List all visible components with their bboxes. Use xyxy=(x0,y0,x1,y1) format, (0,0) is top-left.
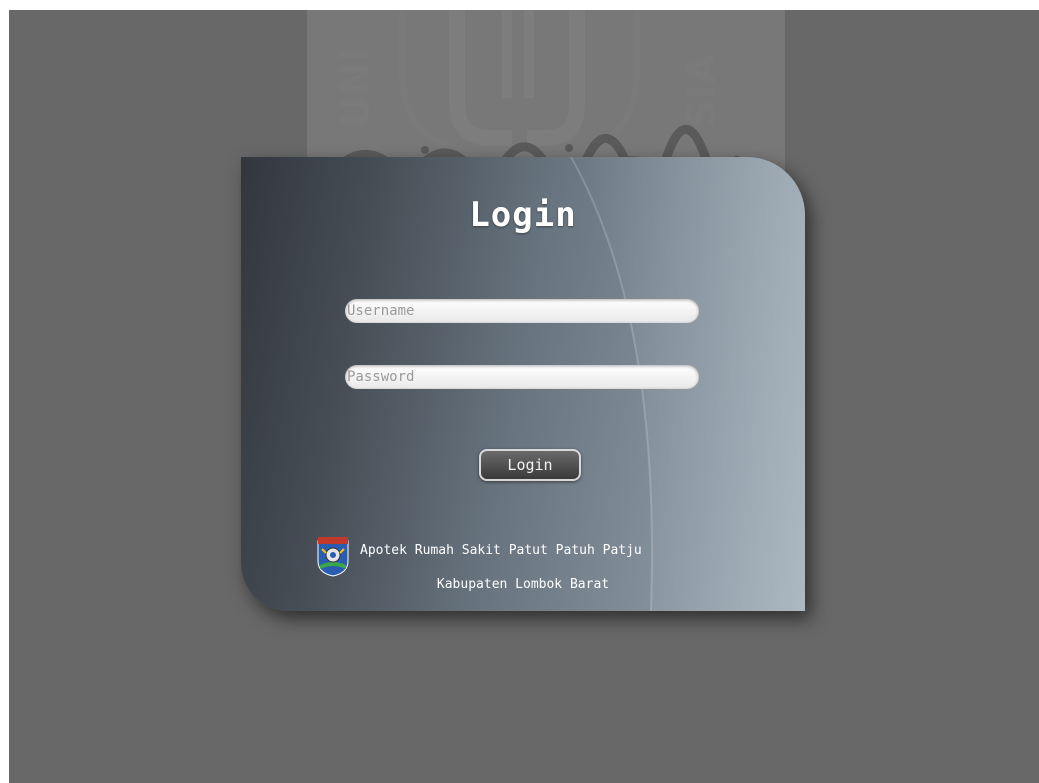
username-input[interactable] xyxy=(345,299,699,323)
institution-name: Apotek Rumah Sakit Patut Patuh Patju xyxy=(360,543,642,558)
login-title: Login xyxy=(469,195,577,235)
login-card: Login Login Apotek Rumah Sakit Patut Pat… xyxy=(241,157,805,611)
screen-background: UNI SIA Login Username Login Apotek Ruma… xyxy=(9,10,1039,783)
watermark-text-right: SIA xyxy=(679,53,725,128)
login-button[interactable]: Login xyxy=(479,449,581,481)
district-crest-icon xyxy=(316,535,350,577)
password-input[interactable] xyxy=(345,365,699,389)
watermark-text-left: UNI xyxy=(333,47,379,128)
institution-region: Kabupaten Lombok Barat xyxy=(436,577,610,592)
